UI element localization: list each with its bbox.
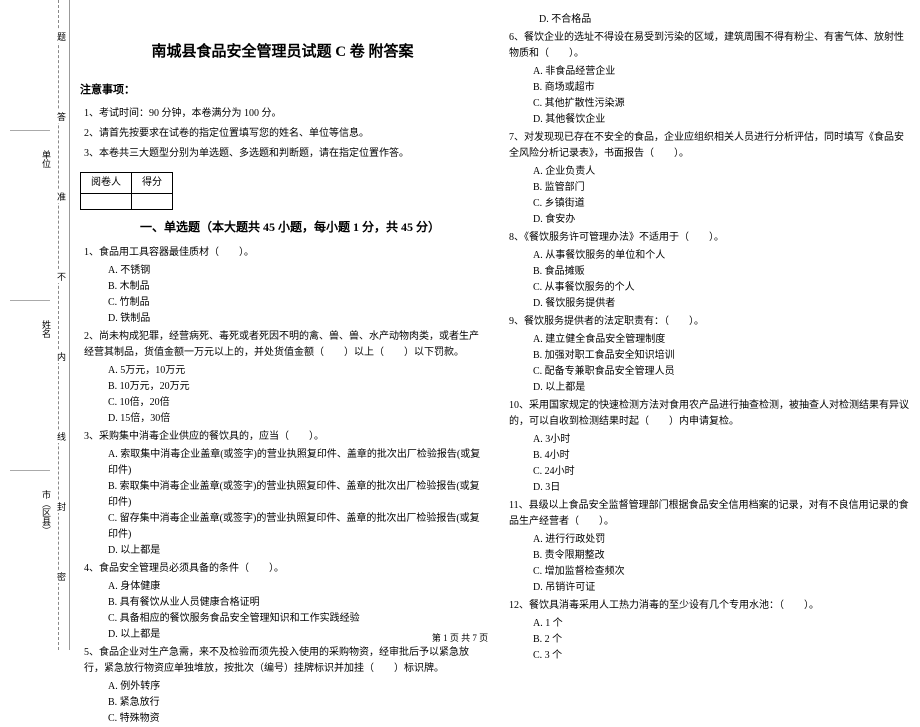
seal-char: 封 xyxy=(55,500,68,513)
binding-line xyxy=(10,300,50,301)
question-option: A. 建立健全食品安全管理制度 xyxy=(533,332,910,348)
question-stem: 3、采购集中消毒企业供应的餐饮具的，应当（ ）。 xyxy=(84,429,485,445)
question-option: D. 其他餐饮企业 xyxy=(533,112,910,128)
question-option: A. 身体健康 xyxy=(108,579,485,595)
seal-char: 不 xyxy=(55,270,68,283)
seal-char: 准 xyxy=(55,190,68,203)
question-option: B. 木制品 xyxy=(108,279,485,295)
section-title: 一、单选题（本大题共 45 小题，每小题 1 分，共 45 分） xyxy=(140,218,485,237)
question-option: C. 24小时 xyxy=(533,464,910,480)
question-option: D. 铁制品 xyxy=(108,311,485,327)
notice-item: 2、请首先按要求在试卷的指定位置填写您的姓名、单位等信息。 xyxy=(80,126,485,142)
question-option: B. 索取集中消毒企业盖章(或签字)的营业执照复印件、盖章的批次出厂检验报告(或… xyxy=(108,479,485,511)
binding-label-unit: 单位 xyxy=(40,150,53,168)
question-stem: 1、食品用工具容器最佳质材（ ）。 xyxy=(84,245,485,261)
question-option: C. 特殊物资 xyxy=(108,711,485,727)
question-option: B. 10万元，20万元 xyxy=(108,379,485,395)
left-questions: 1、食品用工具容器最佳质材（ ）。 A. 不锈钢B. 木制品C. 竹制品D. 铁制… xyxy=(80,245,485,727)
score-table-cell xyxy=(132,193,173,209)
binding-label-city: 市（区县） xyxy=(40,490,53,535)
question-option: A. 从事餐饮服务的单位和个人 xyxy=(533,248,910,264)
seal-char: 内 xyxy=(55,350,68,363)
question-option: C. 留存集中消毒企业盖章(或签字)的营业执照复印件、盖章的批次出厂检验报告(或… xyxy=(108,511,485,543)
binding-edge: 市（区县） 姓名 单位 xyxy=(0,0,70,650)
question-option: B. 食品摊贩 xyxy=(533,264,910,280)
page-footer: 第 1 页 共 7 页 xyxy=(0,631,920,644)
question-option: D. 餐饮服务提供者 xyxy=(533,296,910,312)
question-stem: 9、餐饮服务提供者的法定职责有：（ ）。 xyxy=(509,314,910,330)
question-option: D. 3日 xyxy=(533,480,910,496)
notice-item: 1、考试时间：90 分钟，本卷满分为 100 分。 xyxy=(80,106,485,122)
question-stem: 6、餐饮企业的选址不得设在易受到污染的区域，建筑周围不得有粉尘、有害气体、放射性… xyxy=(509,30,910,62)
question-option: A. 进行行政处罚 xyxy=(533,532,910,548)
seal-char: 答 xyxy=(55,110,68,123)
seal-char: 密 xyxy=(55,570,68,583)
question-option: C. 乡镇街道 xyxy=(533,196,910,212)
question-option: C. 增加监督检查频次 xyxy=(533,564,910,580)
question-option: B. 紧急放行 xyxy=(108,695,485,711)
question-option: A. 1 个 xyxy=(533,616,910,632)
question-option: D. 以上都是 xyxy=(108,543,485,559)
score-table-header-score: 得分 xyxy=(132,172,173,193)
question-option: C. 从事餐饮服务的个人 xyxy=(533,280,910,296)
question-option: C. 竹制品 xyxy=(108,295,485,311)
question-stem: 2、尚未构成犯罪，经营病死、毒死或者死因不明的禽、兽、兽、水产动物肉类，或者生产… xyxy=(84,329,485,361)
score-table: 阅卷人 得分 xyxy=(80,172,173,210)
question-stem: D. 不合格品 xyxy=(509,12,910,28)
content-area: 南城县食品安全管理员试题 C 卷 附答案 注意事项： 1、考试时间：90 分钟，… xyxy=(80,10,910,727)
question-option: B. 责令限期整改 xyxy=(533,548,910,564)
binding-line xyxy=(10,470,50,471)
right-column: D. 不合格品 6、餐饮企业的选址不得设在易受到污染的区域，建筑周围不得有粉尘、有… xyxy=(505,10,910,727)
question-option: B. 监管部门 xyxy=(533,180,910,196)
question-stem: 10、采用国家规定的快速检测方法对食用农产品进行抽查检测，被抽查人对检测结果有异… xyxy=(509,398,910,430)
question-option: A. 非食品经营企业 xyxy=(533,64,910,80)
question-stem: 7、对发现现已存在不安全的食品，企业应组织相关人员进行分析评估，同时填写《食品安… xyxy=(509,130,910,162)
question-option: B. 商场或超市 xyxy=(533,80,910,96)
right-questions: D. 不合格品 6、餐饮企业的选址不得设在易受到污染的区域，建筑周围不得有粉尘、有… xyxy=(505,12,910,664)
question-option: A. 企业负责人 xyxy=(533,164,910,180)
question-option: D. 以上都是 xyxy=(533,380,910,396)
binding-line xyxy=(10,130,50,131)
question-stem: 12、餐饮具消毒采用人工热力消毒的至少设有几个专用水池：（ ）。 xyxy=(509,598,910,614)
seal-char: 线 xyxy=(55,430,68,443)
question-option: D. 吊销许可证 xyxy=(533,580,910,596)
score-table-header-reviewer: 阅卷人 xyxy=(81,172,132,193)
question-option: A. 索取集中消毒企业盖章(或签字)的营业执照复印件、盖章的批次出厂检验报告(或… xyxy=(108,447,485,479)
question-option: C. 具备相应的餐饮服务食品安全管理知识和工作实践经验 xyxy=(108,611,485,627)
question-stem: 4、食品安全管理员必须具备的条件（ ）。 xyxy=(84,561,485,577)
question-option: C. 3 个 xyxy=(533,648,910,664)
question-option: A. 不锈钢 xyxy=(108,263,485,279)
question-option: B. 具有餐饮从业人员健康合格证明 xyxy=(108,595,485,611)
question-option: C. 配备专兼职食品安全管理人员 xyxy=(533,364,910,380)
question-option: B. 4小时 xyxy=(533,448,910,464)
left-column: 南城县食品安全管理员试题 C 卷 附答案 注意事项： 1、考试时间：90 分钟，… xyxy=(80,10,485,727)
binding-label-name: 姓名 xyxy=(40,320,53,338)
question-option: D. 食安办 xyxy=(533,212,910,228)
seal-char: 题 xyxy=(55,30,68,43)
notice-item: 3、本卷共三大题型分别为单选题、多选题和判断题，请在指定位置作答。 xyxy=(80,146,485,162)
question-option: A. 5万元，10万元 xyxy=(108,363,485,379)
question-option: A. 3小时 xyxy=(533,432,910,448)
question-option: B. 加强对职工食品安全知识培训 xyxy=(533,348,910,364)
question-stem: 11、县级以上食品安全监督管理部门根据食品安全信用档案的记录，对有不良信用记录的… xyxy=(509,498,910,530)
question-option: C. 其他扩散性污染源 xyxy=(533,96,910,112)
exam-title: 南城县食品安全管理员试题 C 卷 附答案 xyxy=(80,40,485,64)
question-stem: 8、《餐饮服务许可管理办法》不适用于（ ）。 xyxy=(509,230,910,246)
score-table-cell xyxy=(81,193,132,209)
question-option: D. 15倍，30倍 xyxy=(108,411,485,427)
seal-dotted-line xyxy=(58,0,59,650)
question-option: A. 例外转序 xyxy=(108,679,485,695)
question-option: C. 10倍，20倍 xyxy=(108,395,485,411)
notice-heading: 注意事项： xyxy=(80,82,485,100)
